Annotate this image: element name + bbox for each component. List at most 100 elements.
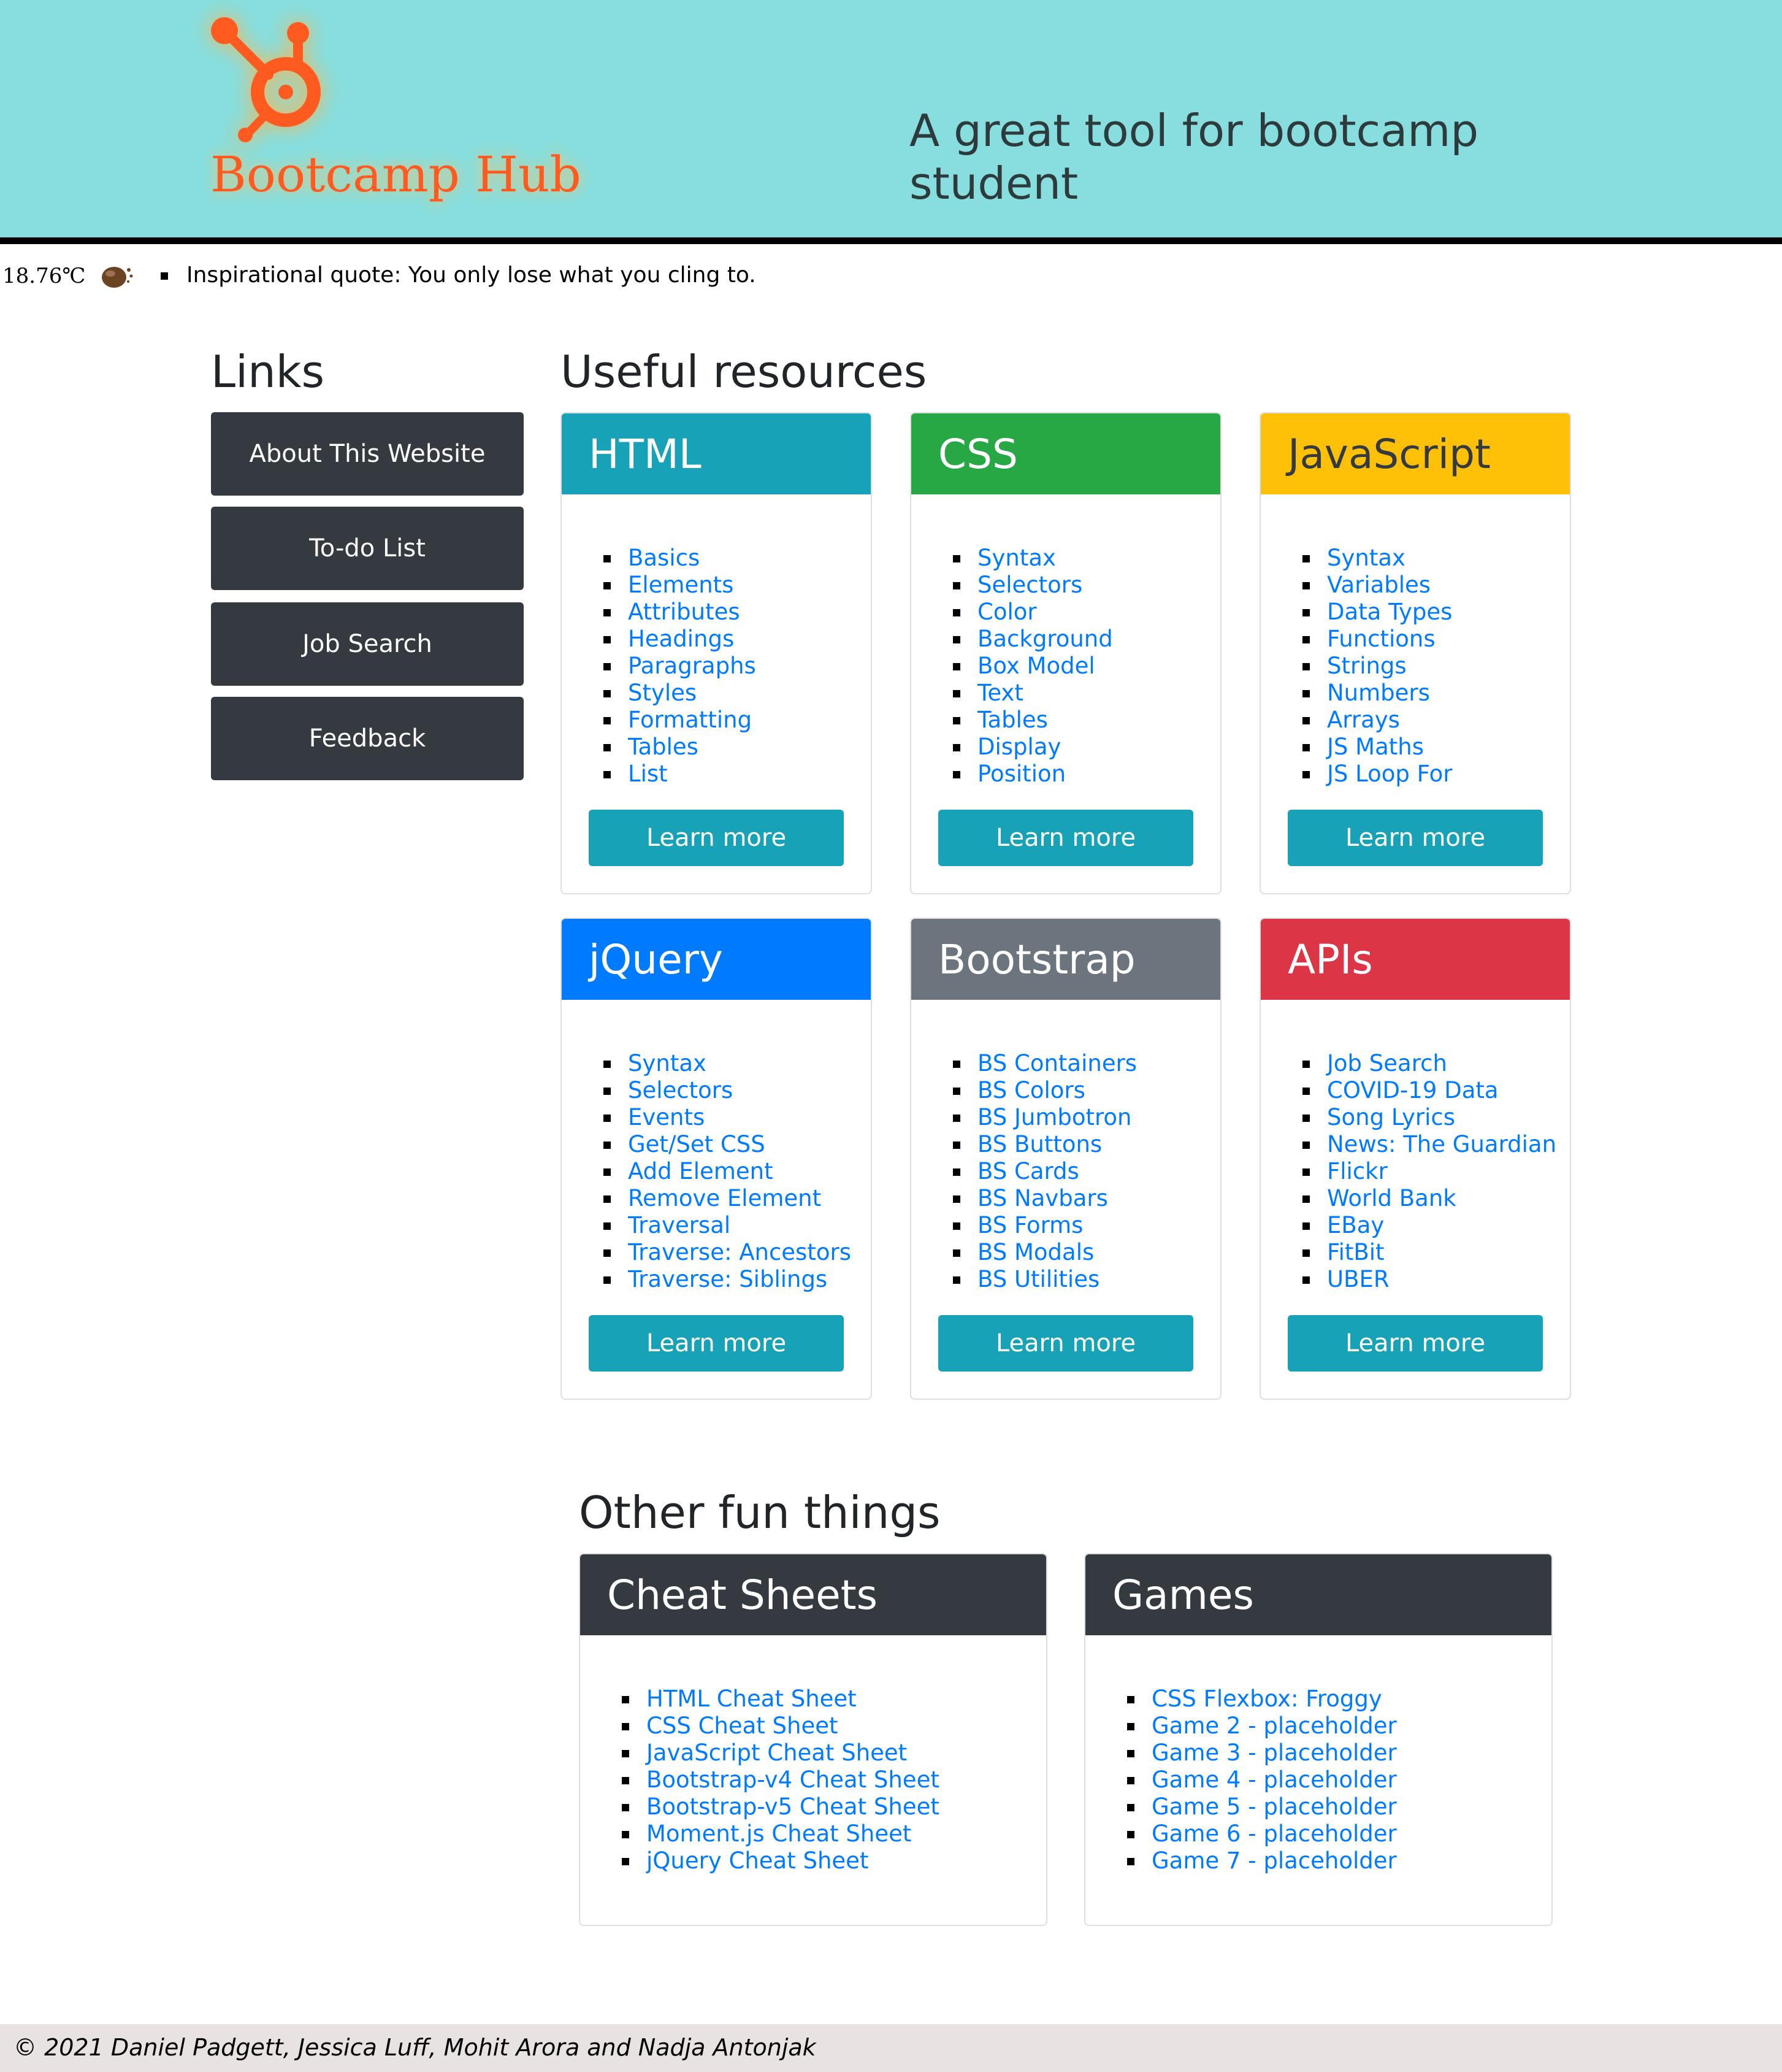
topic-link[interactable]: Strings xyxy=(1327,653,1407,679)
topic-link[interactable]: News: The Guardian xyxy=(1327,1131,1556,1157)
topic-link[interactable]: Traverse: Ancestors xyxy=(628,1239,851,1265)
learn-more-button[interactable]: Learn more xyxy=(1288,1315,1543,1372)
fun-link[interactable]: CSS Flexbox: Froggy xyxy=(1152,1686,1382,1712)
topic-link[interactable]: Position xyxy=(977,761,1066,787)
list-item: World Bank xyxy=(1302,1185,1556,1212)
fun-link[interactable]: JavaScript Cheat Sheet xyxy=(646,1740,907,1766)
list-item: Selectors xyxy=(603,1077,851,1104)
topic-link[interactable]: World Bank xyxy=(1327,1185,1456,1211)
list-item: Song Lyrics xyxy=(1302,1104,1556,1131)
topic-link[interactable]: BS Forms xyxy=(977,1212,1083,1238)
topic-link[interactable]: Display xyxy=(977,734,1061,760)
topic-link[interactable]: Paragraphs xyxy=(628,653,756,679)
list-item: BS Forms xyxy=(952,1212,1137,1239)
topic-link[interactable]: EBay xyxy=(1327,1212,1384,1238)
topic-link[interactable]: Box Model xyxy=(977,653,1095,679)
topic-link[interactable]: Elements xyxy=(628,572,733,598)
topic-link[interactable]: Text xyxy=(977,680,1023,706)
topic-link[interactable]: Syntax xyxy=(628,1050,706,1076)
topic-link[interactable]: Selectors xyxy=(977,572,1082,598)
fun-link[interactable]: Moment.js Cheat Sheet xyxy=(646,1821,911,1847)
learn-more-button[interactable]: Learn more xyxy=(589,1315,844,1372)
list-item: Position xyxy=(953,761,1113,788)
topic-link[interactable]: Events xyxy=(628,1104,705,1130)
topic-link[interactable]: BS Modals xyxy=(977,1239,1094,1265)
topic-link[interactable]: BS Navbars xyxy=(977,1185,1108,1211)
list-item: BS Modals xyxy=(952,1239,1137,1266)
job-search-button[interactable]: Job Search xyxy=(211,602,524,686)
fun-link[interactable]: Game 2 - placeholder xyxy=(1152,1713,1397,1739)
fun-link[interactable]: HTML Cheat Sheet xyxy=(646,1686,857,1712)
topic-link[interactable]: Basics xyxy=(628,545,700,571)
topic-link[interactable]: Color xyxy=(977,599,1037,625)
fun-link[interactable]: Bootstrap-v5 Cheat Sheet xyxy=(646,1794,939,1820)
topic-link[interactable]: Remove Element xyxy=(628,1185,821,1211)
topic-link[interactable]: JS Maths xyxy=(1327,734,1424,760)
topic-link[interactable]: FitBit xyxy=(1327,1239,1385,1265)
list-item: BS Buttons xyxy=(952,1131,1137,1158)
fun-link[interactable]: CSS Cheat Sheet xyxy=(646,1713,838,1739)
fun-link[interactable]: jQuery Cheat Sheet xyxy=(646,1848,868,1874)
fun-link[interactable]: Game 3 - placeholder xyxy=(1152,1740,1397,1766)
topic-link[interactable]: Styles xyxy=(628,680,697,706)
topic-link[interactable]: Selectors xyxy=(628,1077,733,1103)
topic-link[interactable]: Get/Set CSS xyxy=(628,1131,765,1157)
topic-link[interactable]: Attributes xyxy=(628,599,740,625)
list-item: Box Model xyxy=(953,653,1113,680)
topic-link[interactable]: JS Loop For xyxy=(1327,761,1452,787)
link-list: CSS Flexbox: Froggy Game 2 - placeholder G… xyxy=(1127,1686,1397,1874)
list-item: Tables xyxy=(953,707,1113,734)
topic-link[interactable]: Headings xyxy=(628,626,734,652)
topic-link[interactable]: Tables xyxy=(977,707,1048,733)
card-title: APIs xyxy=(1261,919,1570,1000)
topic-link[interactable]: BS Containers xyxy=(977,1050,1137,1076)
fun-link[interactable]: Bootstrap-v4 Cheat Sheet xyxy=(646,1767,939,1793)
list-item: Game 5 - placeholder xyxy=(1127,1794,1397,1821)
feedback-button[interactable]: Feedback xyxy=(211,697,524,780)
topic-link[interactable]: List xyxy=(628,761,668,787)
topic-link[interactable]: BS Colors xyxy=(977,1077,1085,1103)
list-item: BS Navbars xyxy=(952,1185,1137,1212)
list-item: Remove Element xyxy=(603,1185,851,1212)
topic-link[interactable]: BS Jumbotron xyxy=(977,1104,1132,1130)
fun-link[interactable]: Game 5 - placeholder xyxy=(1152,1794,1397,1820)
topic-link[interactable]: Tables xyxy=(628,734,698,760)
topic-link[interactable]: BS Utilities xyxy=(977,1266,1099,1292)
list-item: Arrays xyxy=(1302,707,1452,734)
topic-link[interactable]: Syntax xyxy=(1327,545,1405,571)
topic-link[interactable]: BS Buttons xyxy=(977,1131,1102,1157)
topic-link[interactable]: Formatting xyxy=(628,707,752,733)
about-website-button[interactable]: About This Website xyxy=(211,412,524,496)
todo-list-button[interactable]: To-do List xyxy=(211,507,524,590)
topic-link[interactable]: UBER xyxy=(1327,1266,1390,1292)
fun-card-games: Games CSS Flexbox: Froggy Game 2 - placeho… xyxy=(1084,1553,1553,1926)
topic-link[interactable]: Traverse: Siblings xyxy=(628,1266,827,1292)
fun-link[interactable]: Game 6 - placeholder xyxy=(1152,1821,1397,1847)
topic-link[interactable]: Variables xyxy=(1327,572,1431,598)
topic-link[interactable]: BS Cards xyxy=(977,1158,1079,1184)
topic-link[interactable]: COVID-19 Data xyxy=(1327,1077,1499,1103)
topic-link[interactable]: Job Search xyxy=(1327,1050,1447,1076)
brand-name: Bootcamp Hub xyxy=(210,146,581,203)
topic-link[interactable]: Data Types xyxy=(1327,599,1452,625)
topic-link[interactable]: Arrays xyxy=(1327,707,1400,733)
list-item: Moment.js Cheat Sheet xyxy=(622,1821,939,1848)
card-title: Bootstrap xyxy=(911,919,1220,1000)
list-item: Syntax xyxy=(953,545,1113,572)
learn-more-button[interactable]: Learn more xyxy=(938,810,1193,866)
topic-link[interactable]: Numbers xyxy=(1327,680,1430,706)
learn-more-button[interactable]: Learn more xyxy=(938,1315,1193,1372)
topic-link[interactable]: Functions xyxy=(1327,626,1436,652)
fun-link[interactable]: Game 7 - placeholder xyxy=(1152,1848,1397,1874)
topic-link[interactable]: Song Lyrics xyxy=(1327,1104,1455,1130)
topic-link[interactable]: Background xyxy=(977,626,1113,652)
inspirational-quote: Inspirational quote: You only lose what … xyxy=(186,263,756,288)
learn-more-button[interactable]: Learn more xyxy=(1288,810,1543,866)
topic-link[interactable]: Traversal xyxy=(628,1212,730,1238)
topic-link[interactable]: Flickr xyxy=(1327,1158,1388,1184)
learn-more-button[interactable]: Learn more xyxy=(589,810,844,866)
fun-link[interactable]: Game 4 - placeholder xyxy=(1152,1767,1397,1793)
topic-link[interactable]: Syntax xyxy=(977,545,1056,571)
topic-link[interactable]: Add Element xyxy=(628,1158,773,1184)
resource-card-html: HTML Basics Elements Attributes Headings Para… xyxy=(560,412,872,894)
